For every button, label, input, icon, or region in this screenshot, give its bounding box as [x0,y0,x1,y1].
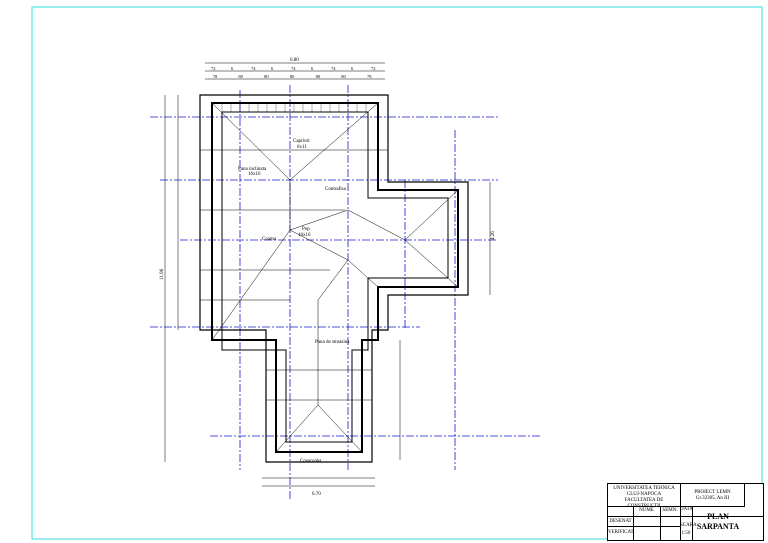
project-sub: Gr.32305, An III [695,496,730,501]
dim-top-row1: 74 [291,66,296,71]
dim-top-row1: 72 [371,66,376,71]
scale-label: SCARA [680,523,697,528]
dim-top-row1: 6 [231,66,234,71]
label-capriori-size: 6x11 [297,145,307,150]
label-coama: Coama [262,237,277,242]
institution-cell: UNIVERSITATEA TEHNICA CLUJ-NAPOCA FACULT… [608,484,681,509]
dimension-lines [164,62,491,487]
label-pana-de-streasina: Pana de streasina [315,340,350,345]
col-sign: SEMN. [662,508,678,513]
label-capriori: Capriori [293,139,310,144]
dim-top-row2: 78 [367,74,372,79]
label-contrafisa: Contrafisa [325,187,347,192]
dim-top-row1: 6 [311,66,314,71]
dim-top-row2: 78 [213,74,218,79]
dim-left-total: 11.96 [160,268,165,280]
dim-top-row2: 80 [290,74,295,79]
project-cell: PROIECT LEMN Gr.32305, An III [681,484,745,507]
label-pana-size: 16x16 [248,172,261,177]
col-date: DATA [680,507,693,512]
drawn-label: DESENAT [609,519,632,524]
dim-top-row2: 80 [238,74,243,79]
title-block: UNIVERSITATEA TEHNICA CLUJ-NAPOCA FACULT… [607,483,764,541]
dim-overall-bottom: 6.70 [312,492,321,497]
roof-plan-drawing: 6.80 6.70 11.96 4.26 Capriori 6x11 Pana … [31,6,763,540]
sheet-border [31,6,763,540]
label-pop-size: 16x16 [298,233,311,238]
drawing-title-2: SARPANTA [696,522,740,531]
dim-top-row1: 74 [331,66,336,71]
blue-axes [150,85,540,500]
checked-label: VERIFICAT [608,530,634,535]
dim-top-row1: 72 [211,66,216,71]
dim-top-row1: 74 [251,66,256,71]
drawing-title-1: PLAN [707,512,729,521]
scale-value: 1:50 [681,531,691,536]
label-cosoroaba: Cosoroaba [300,459,322,464]
dim-top-row2: 80 [341,74,346,79]
label-pop: Pop [302,227,310,232]
dim-right-total: 4.26 [491,231,496,240]
dim-top-row2: 80 [316,74,321,79]
dim-top-row1: 6 [351,66,354,71]
col-name: NUME [639,508,654,513]
dim-overall-top: 6.80 [290,58,299,63]
dim-top-row2: 80 [264,74,269,79]
dim-top-row1: 6 [271,66,274,71]
